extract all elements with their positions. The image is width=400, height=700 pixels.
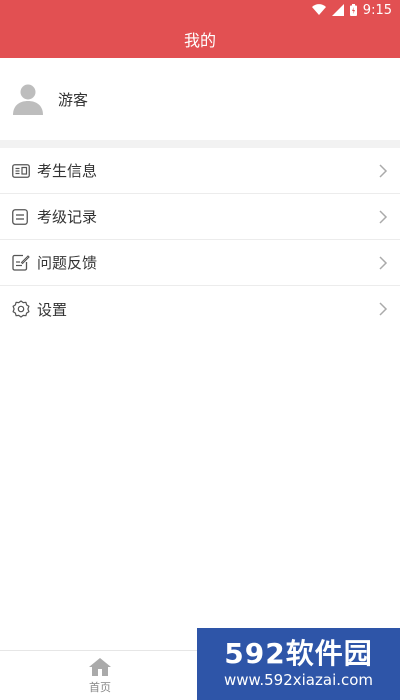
home-icon [89,658,111,676]
battery-icon [349,4,357,16]
menu-item-label: 问题反馈 [37,254,98,272]
chevron-right-icon [379,163,388,178]
nav-item-label: 首页 [89,681,111,694]
menu-item-label: 考级记录 [37,208,98,226]
menu-item-label: 设置 [37,300,68,319]
app-screen: 9:15 我的 游客 考生信息 考级记录 问题反馈 设置 首页 592软件园 w… [0,0,400,700]
menu-item-feedback[interactable]: 问题反馈 [0,240,400,286]
section-divider [0,140,400,148]
profile-name: 游客 [58,90,89,109]
page-title: 我的 [183,31,216,50]
profile-section[interactable]: 游客 [0,58,400,140]
chevron-right-icon [379,302,388,316]
status-bar: 9:15 [0,0,400,20]
avatar-icon [13,84,43,115]
menu-item-label: 考生信息 [37,162,98,180]
settings-menu: 考生信息 考级记录 问题反馈 设置 [0,148,400,332]
chevron-right-icon [379,209,388,224]
edit-note-icon [12,253,32,273]
menu-item-candidate-info[interactable]: 考生信息 [0,148,400,194]
chevron-right-icon [379,255,388,270]
menu-item-exam-records[interactable]: 考级记录 [0,194,400,240]
id-card-icon [12,161,32,181]
app-bar: 我的 [0,20,400,58]
signal-icon [331,4,344,16]
status-time: 9:15 [362,2,392,18]
watermark-logo: 592软件园 www.592xiazai.com [197,628,400,700]
watermark-brand: 592软件园 [224,637,373,670]
gear-icon [12,299,32,319]
wifi-icon [311,4,326,16]
watermark-url: www.592xiazai.com [223,671,374,689]
record-list-icon [12,207,32,227]
nav-item-home[interactable]: 首页 [0,651,200,700]
menu-item-settings[interactable]: 设置 [0,286,400,332]
